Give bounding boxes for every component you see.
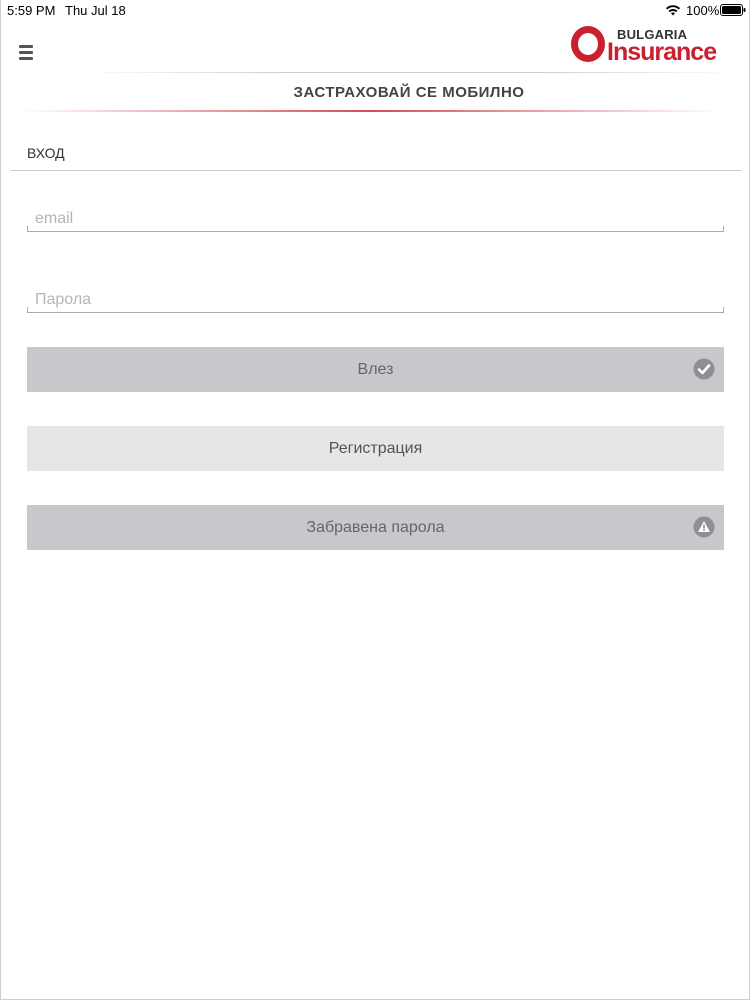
status-date: Thu Jul 18 xyxy=(65,3,126,18)
register-button[interactable]: Регистрация xyxy=(27,426,724,471)
email-field-underline xyxy=(27,226,724,232)
register-button-label: Регистрация xyxy=(328,439,423,457)
page-title: ЗАСТРАХОВАЙ СЕ МОБИЛНО xyxy=(293,84,525,101)
login-button-label: Влез xyxy=(357,360,394,378)
wifi-icon xyxy=(666,5,680,16)
status-time: 5:59 PM xyxy=(7,3,56,18)
login-button[interactable]: Влез xyxy=(27,347,724,392)
status-bar: 5:59 PM Thu Jul 18 100% xyxy=(1,0,750,20)
forgot-password-button-label: Забравена парола xyxy=(306,518,445,536)
bulgaria-insurance-logo: BULGARIA Insurance xyxy=(569,24,719,66)
checkmark-circle-icon xyxy=(693,358,715,380)
warning-triangle-icon xyxy=(693,516,715,538)
header-divider-top xyxy=(81,72,741,73)
menu-button[interactable] xyxy=(15,43,37,61)
password-field-underline xyxy=(27,307,724,313)
section-label-login: ВХОД xyxy=(27,145,65,161)
battery-icon xyxy=(720,4,746,16)
forgot-password-button[interactable]: Забравена парола xyxy=(27,505,724,550)
battery-percent: 100% xyxy=(686,3,720,18)
email-field-wrapper xyxy=(27,202,724,232)
header-divider-bottom xyxy=(21,110,721,112)
section-divider xyxy=(11,170,741,171)
hamburger-menu-icon xyxy=(19,45,33,48)
logo-ring-icon xyxy=(571,26,605,62)
password-field-wrapper xyxy=(27,283,724,313)
logo-main-text: Insurance xyxy=(607,38,717,66)
app-screen: 5:59 PM Thu Jul 18 100% BULGARIA Insuran… xyxy=(0,0,750,1000)
